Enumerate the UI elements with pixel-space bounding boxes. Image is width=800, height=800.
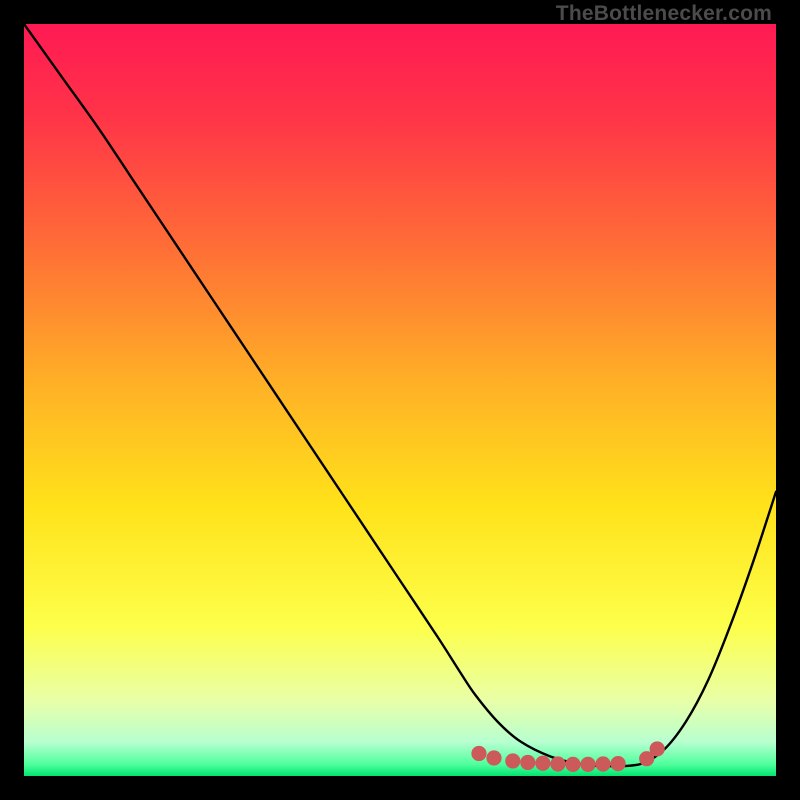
highlight-dot: [505, 753, 520, 768]
highlight-dot: [580, 757, 595, 772]
chart-frame: [24, 24, 776, 776]
highlight-dot: [520, 755, 535, 770]
highlight-dot: [550, 756, 565, 771]
highlight-dot: [486, 750, 501, 765]
highlight-dot: [471, 746, 486, 761]
highlight-dot: [595, 756, 610, 771]
highlight-dot: [535, 756, 550, 771]
highlight-dot: [650, 741, 665, 756]
gradient-background: [24, 24, 776, 776]
watermark-text: TheBottlenecker.com: [556, 2, 772, 26]
highlight-dot: [565, 757, 580, 772]
bottleneck-chart: [24, 24, 776, 776]
highlight-dot: [610, 756, 625, 771]
